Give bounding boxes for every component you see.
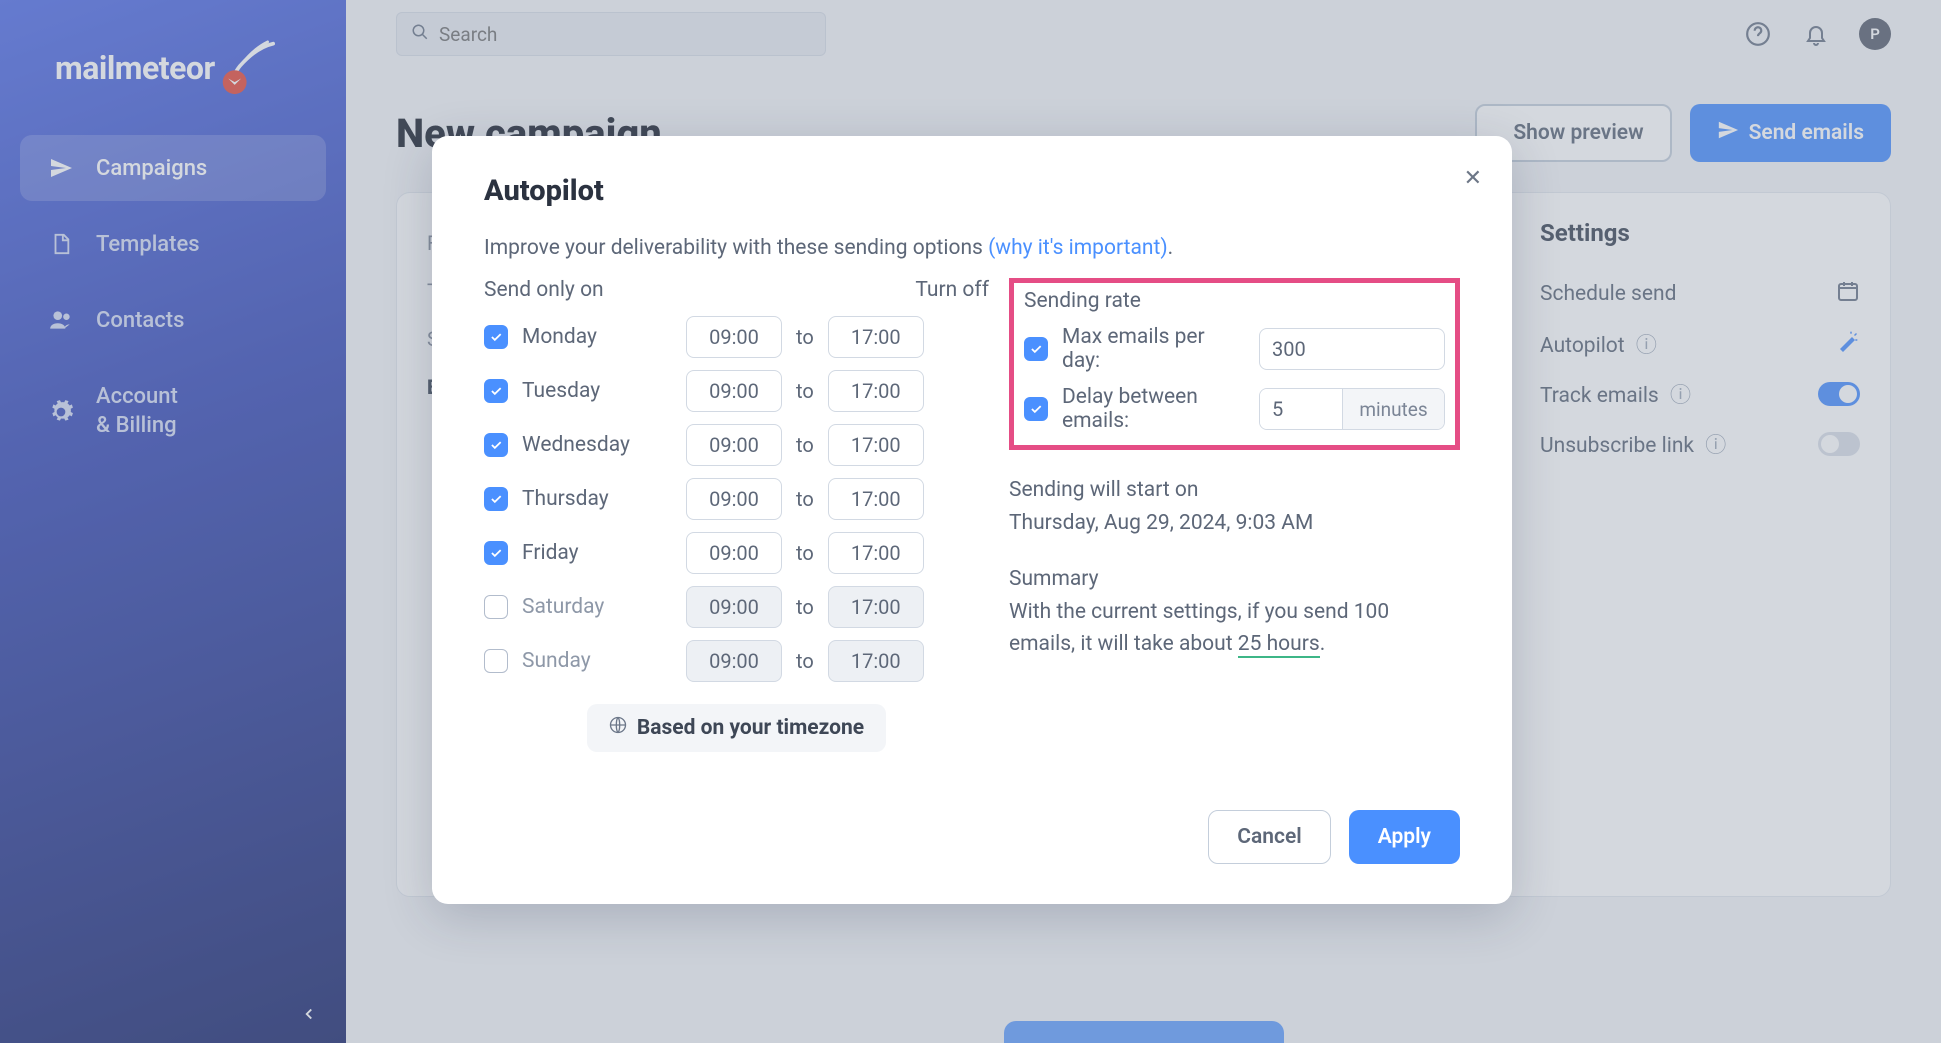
sending-rate-label: Sending rate	[1024, 289, 1445, 313]
sending-start-info: Sending will start on Thursday, Aug 29, …	[1009, 474, 1460, 539]
day-label: Monday	[522, 325, 672, 349]
day-label: Wednesday	[522, 433, 672, 457]
day-checkbox[interactable]	[484, 541, 508, 565]
summary-hours: 25 hours	[1238, 632, 1320, 658]
autopilot-modal: ✕ Autopilot Improve your deliverability …	[432, 136, 1512, 904]
day-checkbox[interactable]	[484, 379, 508, 403]
turn-off-button[interactable]: Turn off	[915, 278, 989, 302]
to-label: to	[796, 379, 814, 403]
delay-label: Delay between emails:	[1062, 385, 1245, 433]
timezone-info[interactable]: Based on your timezone	[587, 704, 886, 752]
max-emails-label: Max emails per day:	[1062, 325, 1245, 373]
close-icon[interactable]: ✕	[1464, 166, 1482, 191]
day-label: Thursday	[522, 487, 672, 511]
modal-title: Autopilot	[484, 174, 1460, 208]
day-checkbox[interactable]	[484, 487, 508, 511]
day-row: Saturday to	[484, 586, 989, 628]
cancel-button[interactable]: Cancel	[1208, 810, 1330, 864]
to-label: to	[796, 595, 814, 619]
day-from-input[interactable]	[686, 478, 782, 520]
modal-description: Improve your deliverability with these s…	[484, 236, 1460, 260]
to-label: to	[796, 541, 814, 565]
day-from-input[interactable]	[686, 586, 782, 628]
sending-rate-highlight: Sending rate Max emails per day: Delay b…	[1009, 278, 1460, 450]
to-label: to	[796, 433, 814, 457]
apply-button[interactable]: Apply	[1349, 810, 1460, 864]
to-label: to	[796, 649, 814, 673]
day-to-input[interactable]	[828, 316, 924, 358]
send-only-on-label: Send only on	[484, 278, 604, 302]
day-checkbox[interactable]	[484, 649, 508, 673]
summary-info: Summary With the current settings, if yo…	[1009, 563, 1460, 661]
day-checkbox[interactable]	[484, 595, 508, 619]
day-label: Saturday	[522, 595, 672, 619]
why-important-link[interactable]: (why it's important)	[988, 236, 1168, 260]
max-emails-input[interactable]	[1259, 328, 1445, 370]
day-to-input[interactable]	[828, 532, 924, 574]
day-row: Wednesday to	[484, 424, 989, 466]
day-row: Sunday to	[484, 640, 989, 682]
day-from-input[interactable]	[686, 316, 782, 358]
day-label: Tuesday	[522, 379, 672, 403]
day-row: Friday to	[484, 532, 989, 574]
day-from-input[interactable]	[686, 532, 782, 574]
globe-icon	[609, 716, 627, 740]
max-emails-checkbox[interactable]	[1024, 337, 1048, 361]
day-from-input[interactable]	[686, 370, 782, 412]
to-label: to	[796, 325, 814, 349]
delay-input[interactable]	[1260, 389, 1342, 429]
day-checkbox[interactable]	[484, 433, 508, 457]
day-to-input[interactable]	[828, 424, 924, 466]
day-from-input[interactable]	[686, 424, 782, 466]
day-checkbox[interactable]	[484, 325, 508, 349]
day-label: Friday	[522, 541, 672, 565]
day-row: Monday to	[484, 316, 989, 358]
day-label: Sunday	[522, 649, 672, 673]
day-to-input[interactable]	[828, 640, 924, 682]
day-to-input[interactable]	[828, 370, 924, 412]
to-label: to	[796, 487, 814, 511]
delay-checkbox[interactable]	[1024, 397, 1048, 421]
day-to-input[interactable]	[828, 478, 924, 520]
day-from-input[interactable]	[686, 640, 782, 682]
delay-unit: minutes	[1342, 389, 1444, 429]
day-to-input[interactable]	[828, 586, 924, 628]
day-row: Thursday to	[484, 478, 989, 520]
day-row: Tuesday to	[484, 370, 989, 412]
